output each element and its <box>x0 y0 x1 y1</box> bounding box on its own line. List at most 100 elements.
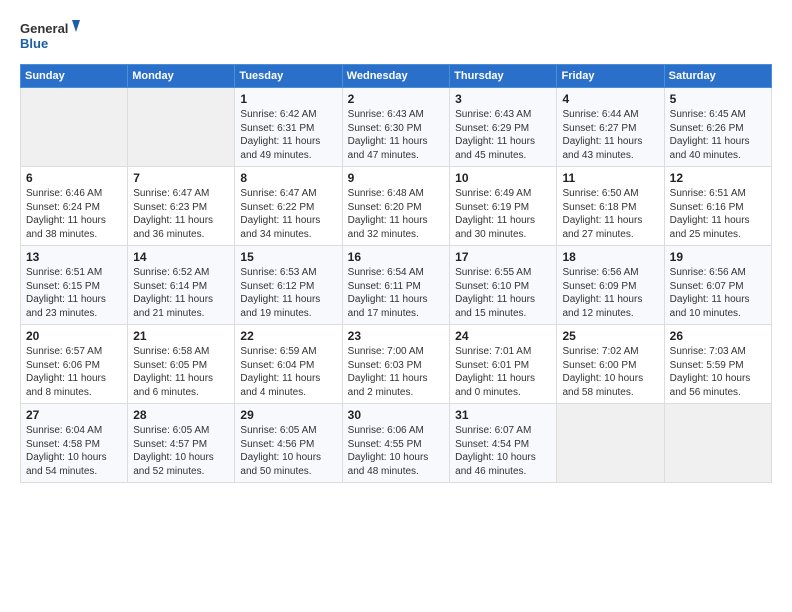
day-detail: Sunrise: 6:56 AM Sunset: 6:07 PM Dayligh… <box>670 266 766 320</box>
day-detail: Sunrise: 6:42 AM Sunset: 6:31 PM Dayligh… <box>240 108 336 162</box>
calendar-day-cell: 15 Sunrise: 6:53 AM Sunset: 6:12 PM Dayli… <box>235 246 342 325</box>
day-number: 6 <box>26 171 122 185</box>
day-detail: Sunrise: 6:06 AM Sunset: 4:55 PM Dayligh… <box>348 424 444 478</box>
day-detail: Sunrise: 6:51 AM Sunset: 6:16 PM Dayligh… <box>670 187 766 241</box>
calendar-week-row: 1 Sunrise: 6:42 AM Sunset: 6:31 PM Daylig… <box>21 88 772 167</box>
calendar-day-cell: 24 Sunrise: 7:01 AM Sunset: 6:01 PM Dayli… <box>450 325 557 404</box>
day-detail: Sunrise: 6:56 AM Sunset: 6:09 PM Dayligh… <box>562 266 658 320</box>
calendar-day-cell: 2 Sunrise: 6:43 AM Sunset: 6:30 PM Daylig… <box>342 88 449 167</box>
day-detail: Sunrise: 6:44 AM Sunset: 6:27 PM Dayligh… <box>562 108 658 162</box>
calendar-day-cell: 13 Sunrise: 6:51 AM Sunset: 6:15 PM Dayli… <box>21 246 128 325</box>
calendar-day-cell: 16Sunrise: 6:54 AM Sunset: 6:11 PM Dayli… <box>342 246 449 325</box>
weekday-row: SundayMondayTuesdayWednesdayThursdayFrid… <box>21 65 772 88</box>
day-detail: Sunrise: 7:03 AM Sunset: 5:59 PM Dayligh… <box>670 345 766 399</box>
svg-text:General: General <box>20 21 68 36</box>
calendar-week-row: 27Sunrise: 6:04 AM Sunset: 4:58 PM Dayli… <box>21 404 772 483</box>
logo-icon: General Blue <box>20 16 80 56</box>
day-detail: Sunrise: 6:47 AM Sunset: 6:22 PM Dayligh… <box>240 187 336 241</box>
day-number: 23 <box>348 329 444 343</box>
day-detail: Sunrise: 6:05 AM Sunset: 4:57 PM Dayligh… <box>133 424 229 478</box>
calendar-day-cell: 8 Sunrise: 6:47 AM Sunset: 6:22 PM Daylig… <box>235 167 342 246</box>
day-number: 26 <box>670 329 766 343</box>
calendar-body: 1 Sunrise: 6:42 AM Sunset: 6:31 PM Daylig… <box>21 88 772 483</box>
day-number: 22 <box>240 329 336 343</box>
calendar-day-cell: 17 Sunrise: 6:55 AM Sunset: 6:10 PM Dayli… <box>450 246 557 325</box>
day-number: 21 <box>133 329 229 343</box>
weekday-header: Sunday <box>21 65 128 88</box>
day-number: 18 <box>562 250 658 264</box>
weekday-header: Wednesday <box>342 65 449 88</box>
calendar-table: SundayMondayTuesdayWednesdayThursdayFrid… <box>20 64 772 483</box>
day-number: 4 <box>562 92 658 106</box>
calendar-day-cell: 1 Sunrise: 6:42 AM Sunset: 6:31 PM Daylig… <box>235 88 342 167</box>
calendar-day-cell: 6 Sunrise: 6:46 AM Sunset: 6:24 PM Daylig… <box>21 167 128 246</box>
calendar-day-cell: 26 Sunrise: 7:03 AM Sunset: 5:59 PM Dayli… <box>664 325 771 404</box>
calendar-day-cell: 30Sunrise: 6:06 AM Sunset: 4:55 PM Dayli… <box>342 404 449 483</box>
svg-text:Blue: Blue <box>20 36 48 51</box>
calendar-day-cell: 27Sunrise: 6:04 AM Sunset: 4:58 PM Dayli… <box>21 404 128 483</box>
day-detail: Sunrise: 6:05 AM Sunset: 4:56 PM Dayligh… <box>240 424 336 478</box>
day-detail: Sunrise: 6:45 AM Sunset: 6:26 PM Dayligh… <box>670 108 766 162</box>
day-number: 9 <box>348 171 444 185</box>
day-detail: Sunrise: 6:43 AM Sunset: 6:30 PM Dayligh… <box>348 108 444 162</box>
day-detail: Sunrise: 6:55 AM Sunset: 6:10 PM Dayligh… <box>455 266 551 320</box>
empty-day-cell <box>557 404 664 483</box>
weekday-header: Monday <box>128 65 235 88</box>
day-number: 2 <box>348 92 444 106</box>
day-detail: Sunrise: 6:59 AM Sunset: 6:04 PM Dayligh… <box>240 345 336 399</box>
day-detail: Sunrise: 6:47 AM Sunset: 6:23 PM Dayligh… <box>133 187 229 241</box>
calendar-day-cell: 11Sunrise: 6:50 AM Sunset: 6:18 PM Dayli… <box>557 167 664 246</box>
empty-day-cell <box>128 88 235 167</box>
day-number: 15 <box>240 250 336 264</box>
day-number: 7 <box>133 171 229 185</box>
day-number: 14 <box>133 250 229 264</box>
day-number: 27 <box>26 408 122 422</box>
day-number: 11 <box>562 171 658 185</box>
day-number: 10 <box>455 171 551 185</box>
calendar-day-cell: 7 Sunrise: 6:47 AM Sunset: 6:23 PM Daylig… <box>128 167 235 246</box>
day-number: 16 <box>348 250 444 264</box>
day-detail: Sunrise: 6:51 AM Sunset: 6:15 PM Dayligh… <box>26 266 122 320</box>
day-detail: Sunrise: 6:43 AM Sunset: 6:29 PM Dayligh… <box>455 108 551 162</box>
day-number: 1 <box>240 92 336 106</box>
calendar-day-cell: 3 Sunrise: 6:43 AM Sunset: 6:29 PM Daylig… <box>450 88 557 167</box>
day-detail: Sunrise: 6:07 AM Sunset: 4:54 PM Dayligh… <box>455 424 551 478</box>
calendar-day-cell: 4 Sunrise: 6:44 AM Sunset: 6:27 PM Daylig… <box>557 88 664 167</box>
day-detail: Sunrise: 7:02 AM Sunset: 6:00 PM Dayligh… <box>562 345 658 399</box>
day-number: 8 <box>240 171 336 185</box>
calendar-day-cell: 22 Sunrise: 6:59 AM Sunset: 6:04 PM Dayli… <box>235 325 342 404</box>
day-number: 12 <box>670 171 766 185</box>
weekday-header: Tuesday <box>235 65 342 88</box>
day-detail: Sunrise: 7:00 AM Sunset: 6:03 PM Dayligh… <box>348 345 444 399</box>
day-number: 17 <box>455 250 551 264</box>
day-number: 3 <box>455 92 551 106</box>
day-number: 29 <box>240 408 336 422</box>
logo: General Blue <box>20 16 80 56</box>
calendar-header: SundayMondayTuesdayWednesdayThursdayFrid… <box>21 65 772 88</box>
calendar-day-cell: 14 Sunrise: 6:52 AM Sunset: 6:14 PM Dayli… <box>128 246 235 325</box>
day-detail: Sunrise: 6:48 AM Sunset: 6:20 PM Dayligh… <box>348 187 444 241</box>
weekday-header: Saturday <box>664 65 771 88</box>
day-number: 13 <box>26 250 122 264</box>
page-header: General Blue <box>20 16 772 56</box>
weekday-header: Thursday <box>450 65 557 88</box>
empty-day-cell <box>664 404 771 483</box>
calendar-day-cell: 19 Sunrise: 6:56 AM Sunset: 6:07 PM Dayli… <box>664 246 771 325</box>
weekday-header: Friday <box>557 65 664 88</box>
day-detail: Sunrise: 6:52 AM Sunset: 6:14 PM Dayligh… <box>133 266 229 320</box>
day-detail: Sunrise: 6:58 AM Sunset: 6:05 PM Dayligh… <box>133 345 229 399</box>
day-detail: Sunrise: 6:46 AM Sunset: 6:24 PM Dayligh… <box>26 187 122 241</box>
day-number: 19 <box>670 250 766 264</box>
day-number: 28 <box>133 408 229 422</box>
day-detail: Sunrise: 6:49 AM Sunset: 6:19 PM Dayligh… <box>455 187 551 241</box>
day-detail: Sunrise: 6:53 AM Sunset: 6:12 PM Dayligh… <box>240 266 336 320</box>
calendar-day-cell: 10 Sunrise: 6:49 AM Sunset: 6:19 PM Dayli… <box>450 167 557 246</box>
calendar-day-cell: 20Sunrise: 6:57 AM Sunset: 6:06 PM Dayli… <box>21 325 128 404</box>
calendar-day-cell: 23 Sunrise: 7:00 AM Sunset: 6:03 PM Dayli… <box>342 325 449 404</box>
day-number: 24 <box>455 329 551 343</box>
calendar-day-cell: 31Sunrise: 6:07 AM Sunset: 4:54 PM Dayli… <box>450 404 557 483</box>
calendar-week-row: 13 Sunrise: 6:51 AM Sunset: 6:15 PM Dayli… <box>21 246 772 325</box>
day-detail: Sunrise: 7:01 AM Sunset: 6:01 PM Dayligh… <box>455 345 551 399</box>
calendar-week-row: 6 Sunrise: 6:46 AM Sunset: 6:24 PM Daylig… <box>21 167 772 246</box>
calendar-day-cell: 28 Sunrise: 6:05 AM Sunset: 4:57 PM Dayli… <box>128 404 235 483</box>
